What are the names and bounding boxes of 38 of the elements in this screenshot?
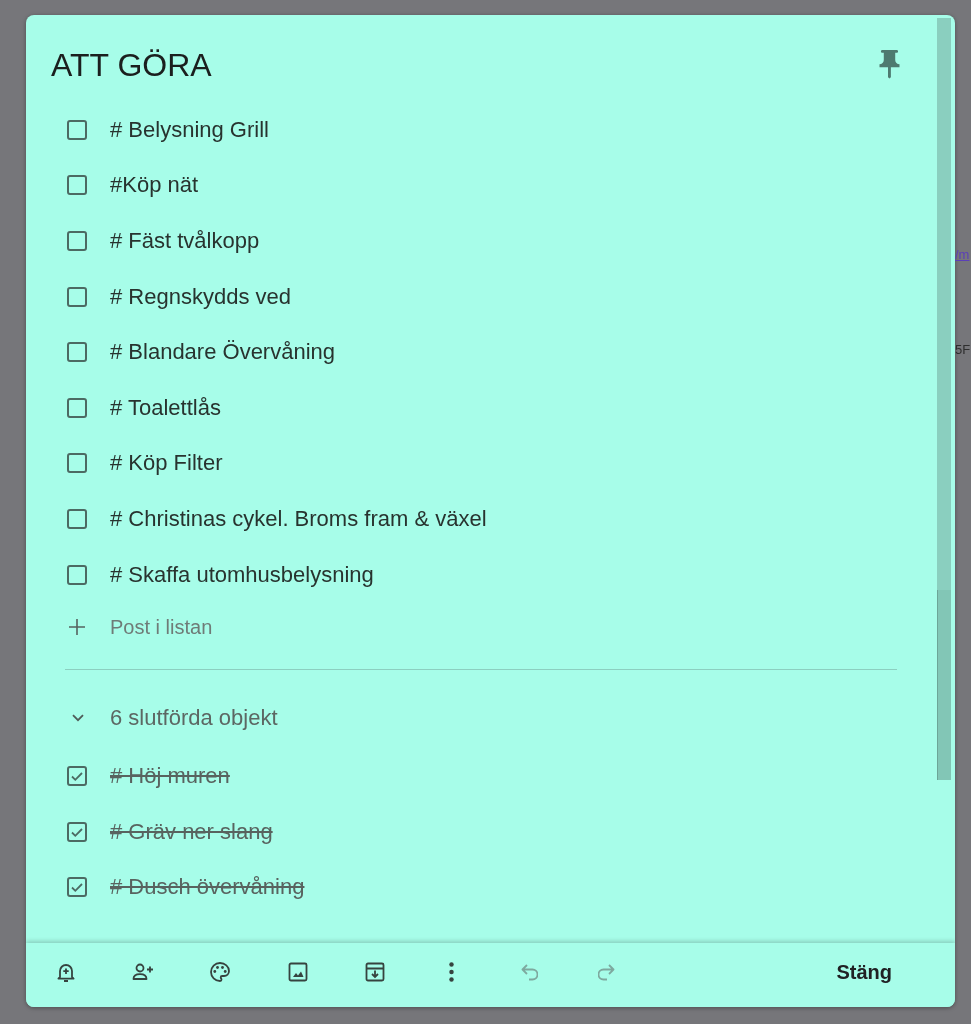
item-text[interactable]: # Toalettlås: [110, 393, 221, 422]
checkbox[interactable]: [67, 286, 87, 307]
add-item-field[interactable]: Post i listan: [110, 613, 897, 642]
scrollbar-track[interactable]: [937, 18, 951, 780]
item-text[interactable]: # Fäst tvålkopp: [110, 227, 260, 255]
plus-icon[interactable]: [68, 618, 86, 637]
checkbox[interactable]: [67, 231, 87, 251]
checkbox[interactable]: [67, 119, 87, 140]
completed-toggle[interactable]: 6 slutförda objekt: [67, 690, 284, 747]
checkbox[interactable]: [67, 175, 87, 196]
checkbox[interactable]: [67, 453, 87, 474]
item-text[interactable]: # Belysning Grill: [110, 115, 269, 144]
checkbox[interactable]: [67, 508, 87, 529]
checkbox[interactable]: [67, 766, 87, 787]
item-text[interactable]: # Höj muren: [110, 762, 230, 791]
item-text[interactable]: # Regnskydds ved: [110, 282, 291, 311]
item-text[interactable]: # Blandare Övervåning: [110, 338, 336, 367]
redo-icon: [597, 963, 615, 981]
item-text[interactable]: # Köp Filter: [110, 449, 223, 478]
undo-icon: [520, 963, 538, 981]
item-text[interactable]: # Dusch övervåning: [110, 873, 305, 902]
scrollbar-thumb[interactable]: [937, 590, 951, 780]
item-text[interactable]: #Köp nät: [110, 171, 199, 200]
note-title[interactable]: ATT GÖRA: [51, 45, 212, 85]
more-vertical-icon: [449, 962, 455, 982]
palette-icon: [208, 960, 233, 984]
item-text[interactable]: # Skaffa utomhusbelysning: [110, 560, 374, 589]
checkbox[interactable]: [67, 821, 87, 842]
checkbox[interactable]: [67, 397, 87, 418]
close-button[interactable]: Stäng: [812, 952, 916, 992]
checkbox[interactable]: [67, 342, 87, 363]
checkbox[interactable]: [67, 564, 87, 585]
item-text[interactable]: # Christinas cykel. Broms fram & växel: [110, 504, 487, 533]
text-fragment: 5F: [955, 342, 971, 358]
checkbox[interactable]: [67, 877, 87, 898]
pin-icon[interactable]: [879, 50, 900, 80]
chevron-down-icon: [72, 714, 84, 723]
item-text[interactable]: # Gräv ner slang: [110, 817, 273, 846]
